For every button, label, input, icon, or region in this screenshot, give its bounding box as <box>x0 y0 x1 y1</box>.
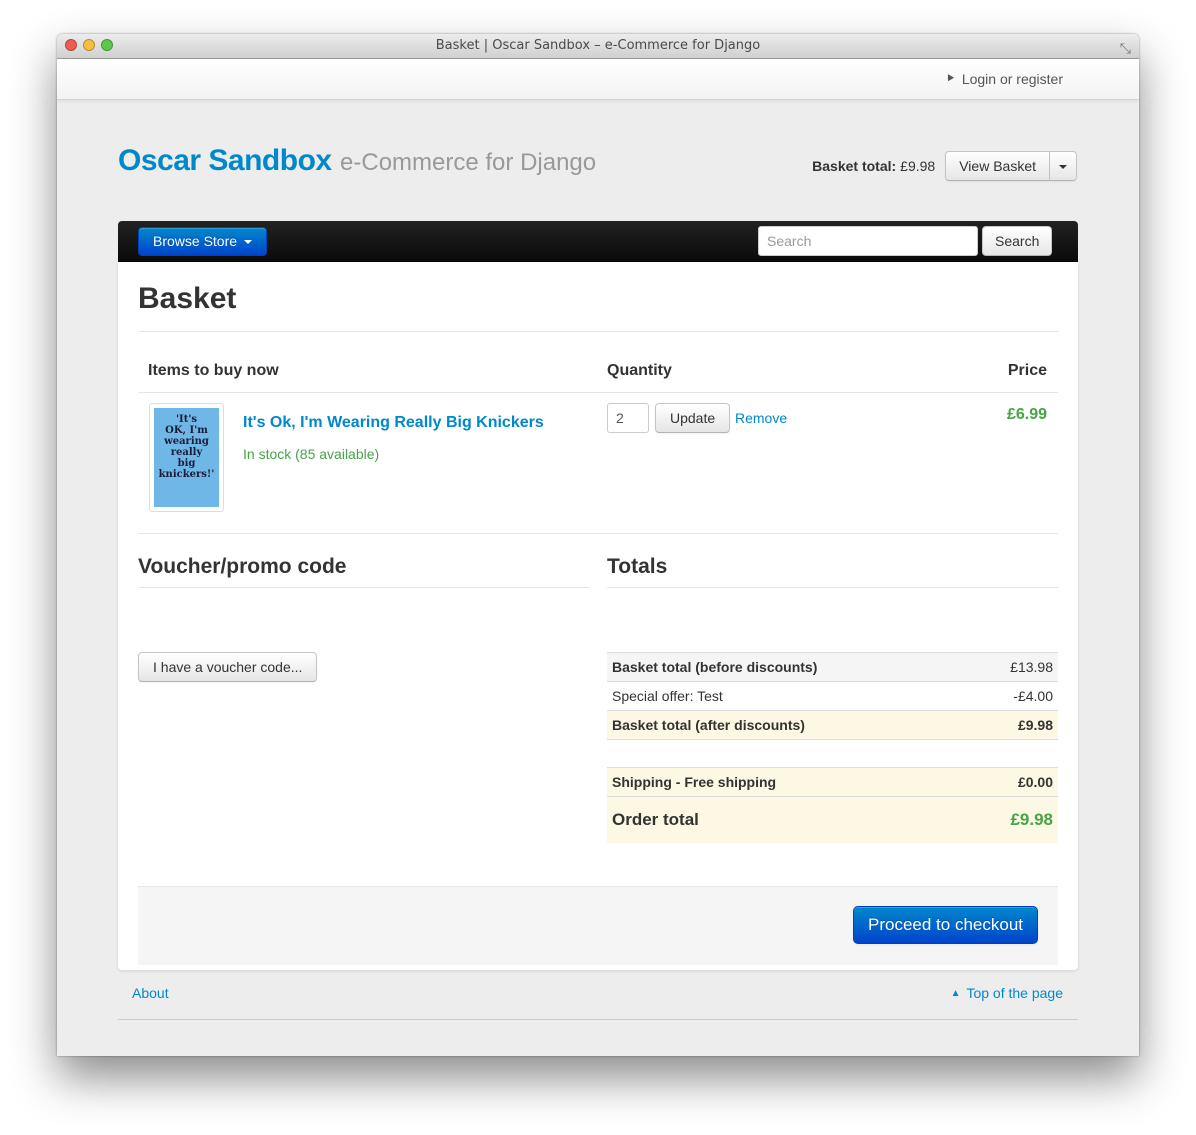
totals-row: Order total £9.98 <box>607 796 1058 843</box>
mini-basket: Basket total: £9.98 View Basket <box>812 151 1077 181</box>
zoom-window-button[interactable] <box>101 39 113 51</box>
sign-in-icon: ⯈ <box>945 71 956 86</box>
before-discount-label: Basket total (before discounts) <box>607 652 970 682</box>
browser-window: Basket | Oscar Sandbox – e-Commerce for … <box>57 34 1139 1056</box>
availability-status: In stock (85 available) <box>243 446 380 462</box>
brand-tagline: e-Commerce for Django <box>340 149 597 176</box>
voucher-heading: Voucher/promo code <box>138 555 347 578</box>
window-title: Basket | Oscar Sandbox – e-Commerce for … <box>435 38 761 53</box>
mini-basket-total-label: Basket total: <box>812 158 897 174</box>
update-button[interactable]: Update <box>655 403 731 433</box>
footer-divider <box>118 1019 1078 1020</box>
caret-down-icon <box>243 240 252 245</box>
top-of-page-label: Top of the page <box>966 985 1063 1001</box>
view-basket-group: View Basket <box>945 151 1077 181</box>
mini-basket-total-value: £9.98 <box>900 158 936 174</box>
special-offer-value: -£4.00 <box>969 681 1058 711</box>
totals-row: Special offer: Test -£4.00 <box>607 681 1058 711</box>
fullscreen-icon[interactable]: ⤡ <box>1120 37 1131 61</box>
login-register-label: Login or register <box>961 71 1063 87</box>
form-actions: Proceed to checkout <box>138 886 1058 965</box>
remove-link[interactable]: Remove <box>735 410 787 426</box>
minimize-window-button[interactable] <box>83 39 95 51</box>
before-discount-value: £13.98 <box>969 652 1058 682</box>
login-register-link[interactable]: ⯈ Login or register <box>945 71 1063 87</box>
shipping-value: £0.00 <box>969 767 1058 797</box>
page-title: Basket <box>138 282 237 315</box>
window-titlebar: Basket | Oscar Sandbox – e-Commerce for … <box>57 34 1139 59</box>
totals-row: Basket total (after discounts) £9.98 <box>607 710 1058 740</box>
navbar: Browse Store Search <box>118 221 1078 262</box>
totals-row: Shipping - Free shipping £0.00 <box>607 767 1058 797</box>
brand-name[interactable]: Oscar Sandbox <box>118 144 332 177</box>
top-of-page-link[interactable]: ▲ Top of the page <box>951 985 1063 1001</box>
after-discount-value: £9.98 <box>969 710 1058 740</box>
product-title-link[interactable]: It's Ok, I'm Wearing Really Big Knickers <box>243 414 544 432</box>
divider <box>138 587 589 588</box>
search-input[interactable] <box>758 226 978 256</box>
totals-spacer <box>607 739 1058 768</box>
totals-row: Basket total (before discounts) £13.98 <box>607 652 1058 682</box>
line-price: £6.99 <box>1006 406 1047 423</box>
totals-table: Basket total (before discounts) £13.98 S… <box>607 652 1058 843</box>
caret-down-icon <box>1059 165 1067 170</box>
quantity-column-header: Quantity <box>607 362 672 379</box>
site-brand[interactable]: Oscar Sandbox e-Commerce for Django <box>118 144 596 178</box>
browse-store-label: Browse Store <box>153 233 238 249</box>
window-controls <box>65 39 113 51</box>
totals-heading: Totals <box>607 555 668 578</box>
about-link[interactable]: About <box>132 985 169 1001</box>
voucher-code-button[interactable]: I have a voucher code... <box>138 652 318 682</box>
divider <box>607 587 1058 588</box>
special-offer-label: Special offer: Test <box>607 681 970 711</box>
search-button[interactable]: Search <box>982 226 1053 256</box>
close-window-button[interactable] <box>65 39 77 51</box>
divider <box>138 533 1058 534</box>
proceed-to-checkout-button[interactable]: Proceed to checkout <box>853 906 1038 944</box>
order-total-value: £9.98 <box>969 796 1058 843</box>
quantity-input[interactable] <box>607 403 649 433</box>
book-cover-image: 'It's OK, I'm wearing really big knicker… <box>154 408 219 507</box>
view-basket-button[interactable]: View Basket <box>945 151 1050 181</box>
price-column-header: Price <box>1007 362 1047 379</box>
divider <box>138 331 1058 332</box>
main-content: Basket Items to buy now Quantity Price '… <box>118 262 1078 970</box>
order-total-label: Order total <box>607 796 970 843</box>
divider <box>138 392 1058 393</box>
product-image[interactable]: 'It's OK, I'm wearing really big knicker… <box>149 403 224 512</box>
basket-dropdown-toggle[interactable] <box>1050 151 1077 181</box>
after-discount-label: Basket total (after discounts) <box>607 710 970 740</box>
top-bar: ⯈ Login or register <box>57 59 1139 100</box>
browse-store-button[interactable]: Browse Store <box>138 227 267 256</box>
shipping-label: Shipping - Free shipping <box>607 767 970 797</box>
arrow-up-icon: ▲ <box>950 987 961 999</box>
items-column-header: Items to buy now <box>148 362 279 379</box>
